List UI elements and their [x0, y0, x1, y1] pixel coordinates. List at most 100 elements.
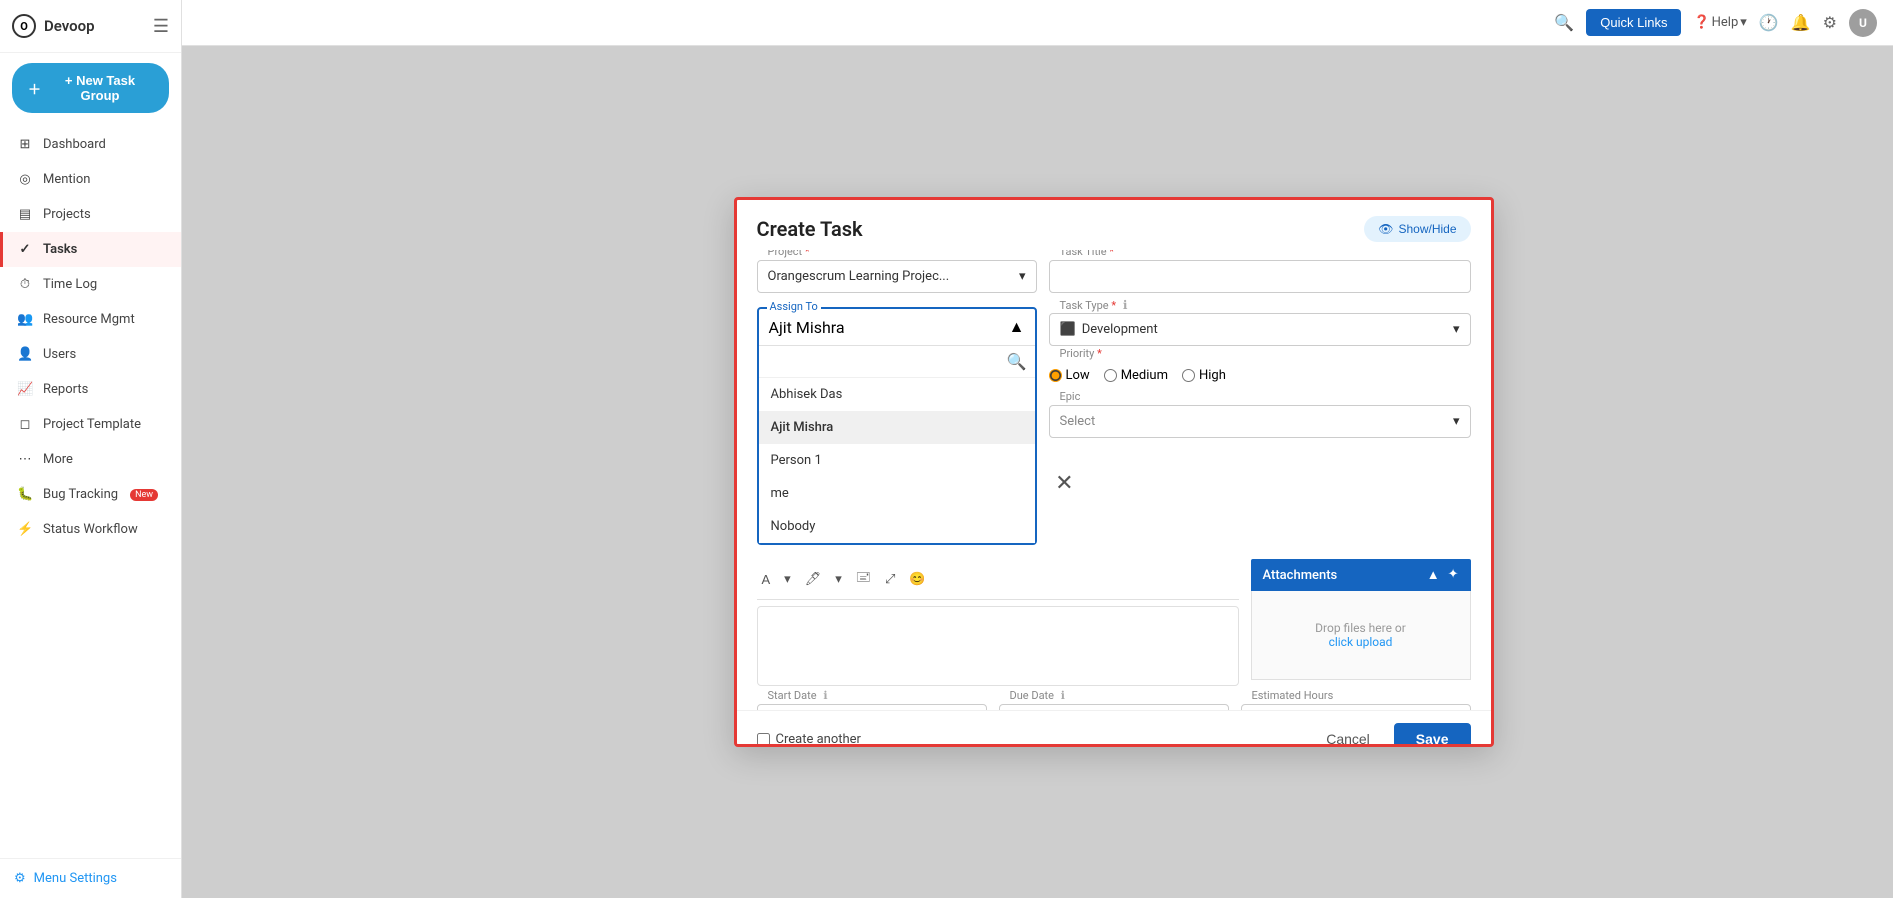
date-row: Start Date ℹ Oct 11, 2022 Due Date ℹ [757, 698, 1471, 710]
settings-icon[interactable]: ⚙ [1823, 13, 1837, 32]
app-name: Devoop [44, 17, 95, 35]
create-another-checkbox[interactable] [757, 733, 770, 746]
due-date-field[interactable]: Oct 11, 2022 [999, 704, 1229, 710]
sidebar-item-label: Status Workflow [43, 522, 138, 537]
content-area: A ▾ 🖊 ▾ 🖃 ⤢ 😊 [757, 559, 1471, 686]
sidebar-item-resource-mgmt[interactable]: 👥 Resource Mgmt [0, 302, 181, 337]
create-task-modal: Create Task 👁 Show/Hide Project [734, 197, 1494, 747]
assign-option-person1[interactable]: Person 1 [759, 444, 1035, 477]
stamp-button[interactable]: 🖃 [851, 565, 876, 593]
priority-medium-radio[interactable] [1104, 369, 1117, 382]
priority-high-label[interactable]: High [1182, 368, 1226, 383]
help-chevron-icon: ▾ [1740, 15, 1747, 30]
hamburger-icon[interactable]: ☰ [153, 16, 169, 37]
sidebar-item-mention[interactable]: ◎ Mention [0, 162, 181, 197]
click-upload-link[interactable]: click upload [1329, 635, 1393, 649]
estimated-hours-field[interactable]: Hours [1241, 704, 1471, 710]
project-wrapper: Project * Orangescrum Learning Projec...… [757, 254, 1037, 293]
bug-tracking-icon: 🐛 [17, 487, 33, 502]
search-icon[interactable]: 🔍 [1554, 13, 1574, 32]
show-hide-button[interactable]: 👁 Show/Hide [1364, 216, 1470, 242]
assign-option-nobody[interactable]: Nobody [759, 510, 1035, 543]
cancel-button[interactable]: Cancel [1312, 723, 1384, 747]
text-color-chevron[interactable]: ▾ [779, 568, 796, 590]
sidebar-item-label: Reports [43, 382, 88, 397]
highlight-button[interactable]: 🖊 [800, 568, 827, 590]
epic-select[interactable]: Select ▾ [1049, 405, 1471, 438]
sidebar-item-label: Users [43, 347, 76, 362]
sidebar-item-label: More [43, 452, 73, 467]
sidebar-item-projects[interactable]: ▤ Projects [0, 197, 181, 232]
text-color-button[interactable]: A [757, 569, 776, 590]
help-button[interactable]: ❓ Help ▾ [1693, 15, 1746, 30]
priority-high-radio[interactable] [1182, 369, 1195, 382]
attachments-label: Attachments [1263, 568, 1338, 583]
due-date-label: Due Date ℹ [1007, 689, 1068, 702]
project-label: Project * [765, 250, 813, 258]
dashboard-icon: ⊞ [17, 137, 33, 152]
help-icon: ❓ [1693, 15, 1709, 30]
due-date-info-icon: ℹ [1061, 689, 1065, 702]
drive-icon[interactable]: ▲ [1427, 567, 1440, 583]
bell-icon[interactable]: 🔔 [1791, 13, 1811, 32]
create-another-label[interactable]: Create another [776, 732, 861, 747]
sidebar-item-reports[interactable]: 📈 Reports [0, 372, 181, 407]
emoji-button[interactable]: 😊 [904, 568, 930, 590]
avatar[interactable]: U [1849, 9, 1877, 37]
sidebar-item-bug-tracking[interactable]: 🐛 Bug Tracking New [0, 477, 181, 512]
priority-low-radio[interactable] [1049, 369, 1062, 382]
sidebar-nav: ⊞ Dashboard ◎ Mention ▤ Projects ✓ Tasks… [0, 123, 181, 858]
assign-to-list: 🔍 Abhisek Das Ajit Mishra Person 1 me No… [759, 345, 1035, 543]
epic-label: Epic [1057, 390, 1084, 403]
task-type-icon: ⬛ [1060, 322, 1076, 337]
search-icon: 🔍 [1007, 352, 1027, 371]
epic-wrapper: Epic Select ▾ [1049, 399, 1471, 438]
create-another-wrapper: Create another [757, 732, 861, 747]
start-date-field[interactable]: Oct 11, 2022 [757, 704, 987, 710]
description-editor[interactable] [757, 606, 1239, 686]
project-template-icon: ◻ [17, 417, 33, 432]
sidebar-item-more[interactable]: ⋯ More [0, 442, 181, 477]
sidebar-item-status-workflow[interactable]: ⚡ Status Workflow [0, 512, 181, 547]
sidebar-item-timelog[interactable]: ⏱ Time Log [0, 267, 181, 302]
assign-to-header[interactable]: Ajit Mishra ▲ [759, 309, 1035, 345]
quick-links-button[interactable]: Quick Links [1586, 9, 1681, 36]
sidebar-item-label: Time Log [43, 277, 97, 292]
task-title-field: Task Title * [1049, 254, 1471, 293]
task-type-select[interactable]: ⬛ Development ▾ [1049, 313, 1471, 346]
epic-chevron-icon: ▾ [1453, 414, 1460, 429]
task-type-value: Development [1082, 322, 1447, 337]
modal-close-button[interactable]: ✕ [1055, 470, 1073, 496]
sidebar-item-dashboard[interactable]: ⊞ Dashboard [0, 127, 181, 162]
new-task-group-button[interactable]: ＋ + New Task Group [12, 63, 169, 113]
status-workflow-icon: ⚡ [17, 522, 33, 537]
sidebar-item-label: Bug Tracking [43, 487, 118, 502]
assign-search-input[interactable] [767, 353, 1007, 371]
save-button[interactable]: Save [1394, 723, 1471, 747]
dropbox-icon[interactable]: ✦ [1448, 567, 1459, 583]
sidebar-item-project-template[interactable]: ◻ Project Template [0, 407, 181, 442]
task-title-input[interactable] [1049, 260, 1471, 293]
assign-option-me[interactable]: me [759, 477, 1035, 510]
priority-medium-label[interactable]: Medium [1104, 368, 1168, 383]
priority-low-label[interactable]: Low [1049, 368, 1090, 383]
sidebar-item-users[interactable]: 👤 Users [0, 337, 181, 372]
form-row-2: Assign To Ajit Mishra ▲ 🔍 [757, 307, 1471, 545]
assign-option-ajit[interactable]: Ajit Mishra [759, 411, 1035, 444]
menu-settings[interactable]: ⚙ Menu Settings [0, 858, 181, 898]
modal-body: Project * Orangescrum Learning Projec...… [737, 250, 1491, 710]
modal-footer: Create another Cancel Save [737, 710, 1491, 747]
expand-button[interactable]: ⤢ [880, 568, 900, 590]
attachments-icons: ▲ ✦ [1427, 567, 1459, 583]
assign-option-abhisek[interactable]: Abhisek Das [759, 378, 1035, 411]
sidebar-item-label: Resource Mgmt [43, 312, 135, 327]
highlight-chevron[interactable]: ▾ [830, 568, 847, 590]
editor-column: A ▾ 🖊 ▾ 🖃 ⤢ 😊 [757, 559, 1239, 686]
sidebar-item-label: Projects [43, 207, 91, 222]
project-select[interactable]: Orangescrum Learning Projec... ▾ [757, 260, 1037, 293]
resource-mgmt-icon: 👥 [17, 312, 33, 327]
sidebar-item-tasks[interactable]: ✓ Tasks [0, 232, 181, 267]
start-date-wrapper: Start Date ℹ Oct 11, 2022 [757, 698, 987, 710]
more-icon: ⋯ [17, 452, 33, 467]
clock-icon[interactable]: 🕐 [1759, 13, 1779, 32]
